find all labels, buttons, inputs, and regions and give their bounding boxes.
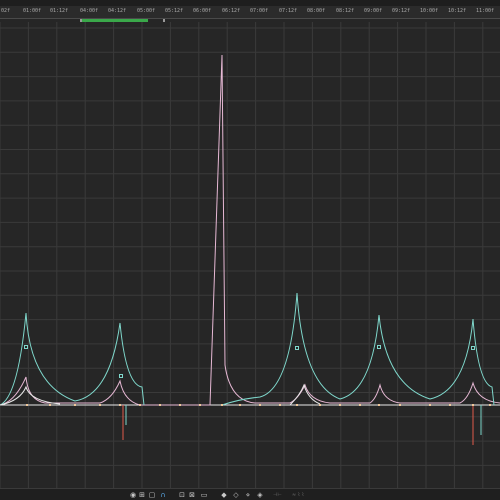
white-curve-2 [289,383,321,406]
ruler-tick: 06:00f [193,8,212,14]
cyan-value-curve-1 [0,312,145,406]
ruler-tick: 01:12f [50,8,69,14]
ruler-tick: 01:00f [23,8,42,14]
graph-grid [0,22,500,488]
ruler-tick: 05:12f [165,8,184,14]
graph-toolbar: ◉ ⊞ ▢ ∩ ⊡ ⊠ ▭ ◆ ◇ ⋄ ◈ ⊣⊢ ≈ ⌇ ⌇ [0,488,500,500]
keyframe-marker[interactable] [296,404,298,406]
keyframe-marker[interactable] [74,404,76,406]
keyframe-marker[interactable] [399,404,401,406]
keyframe-marker[interactable] [429,404,431,406]
ruler-tick: 09:12f [392,8,411,14]
ruler-tick: 04:00f [80,8,99,14]
ruler-tick: 05:00f [137,8,156,14]
ruler-tick: 08:12f [336,8,355,14]
keyframe-marker[interactable] [472,404,474,406]
ruler-tick: 07:00f [250,8,269,14]
keyframe-marker[interactable] [279,404,281,406]
bezier-handle[interactable] [295,346,299,350]
graph-editor[interactable] [0,22,500,488]
separate-dimensions-label[interactable]: ⊣⊢ [273,491,282,499]
timeline-icon[interactable]: ▭ [200,491,208,499]
keyframe-marker[interactable] [139,404,141,406]
keyframe-marker[interactable] [319,404,321,406]
snap-icon[interactable]: ∩ [159,491,167,499]
keyframe-marker[interactable] [199,404,201,406]
auto-bezier-icon[interactable]: ◈ [256,491,264,499]
cyan-value-curve-2 [221,292,495,406]
bezier-handle[interactable] [24,345,28,349]
keyframe-marker[interactable] [359,404,361,406]
linear-icon[interactable]: ⋄ [244,491,252,499]
keyframe-marker[interactable] [378,404,380,406]
keyframe-marker[interactable] [239,404,241,406]
ruler-tick: 10:00f [420,8,439,14]
pink-speed-curve [0,54,500,406]
keyframe-marker[interactable] [49,404,51,406]
ruler-tick: 10:12f [448,8,467,14]
keyframe-marker[interactable] [159,404,161,406]
fit-all-icon[interactable]: ⊠ [188,491,196,499]
edit-keyframe-icon[interactable]: ◆ [220,491,228,499]
keyframe-marker[interactable] [221,404,223,406]
eye-icon[interactable]: ◉ [129,491,137,499]
ruler-tick: 02f [1,8,11,14]
keyframe-marker[interactable] [449,404,451,406]
ruler-tick: 11:00f [476,8,495,14]
bezier-handle[interactable] [377,345,381,349]
keyframe-marker[interactable] [99,404,101,406]
keyframe-marker[interactable] [339,404,341,406]
frame-icon[interactable]: ▢ [148,491,156,499]
time-ruler[interactable]: 02f 01:00f 01:12f 04:00f 04:12f 05:00f 0… [0,6,500,19]
easing-buttons-label[interactable]: ≈ ⌇ ⌇ [292,491,304,499]
keyframe-marker[interactable] [259,404,261,406]
keyframe-marker[interactable] [26,404,28,406]
keyframe-marker[interactable] [489,404,491,406]
ruler-tick: 09:00f [364,8,383,14]
bezier-handle[interactable] [471,346,475,350]
hold-icon[interactable]: ◇ [232,491,240,499]
fit-selection-icon[interactable]: ⊡ [178,491,186,499]
bezier-handle[interactable] [119,374,123,378]
graph-icon[interactable]: ⊞ [138,491,146,499]
keyframe-marker[interactable] [179,404,181,406]
speed-curves [0,54,500,445]
keyframe-marker[interactable] [119,404,121,406]
ruler-tick: 07:12f [279,8,298,14]
ruler-tick: 04:12f [108,8,127,14]
ruler-tick: 06:12f [222,8,241,14]
ruler-tick: 08:00f [307,8,326,14]
